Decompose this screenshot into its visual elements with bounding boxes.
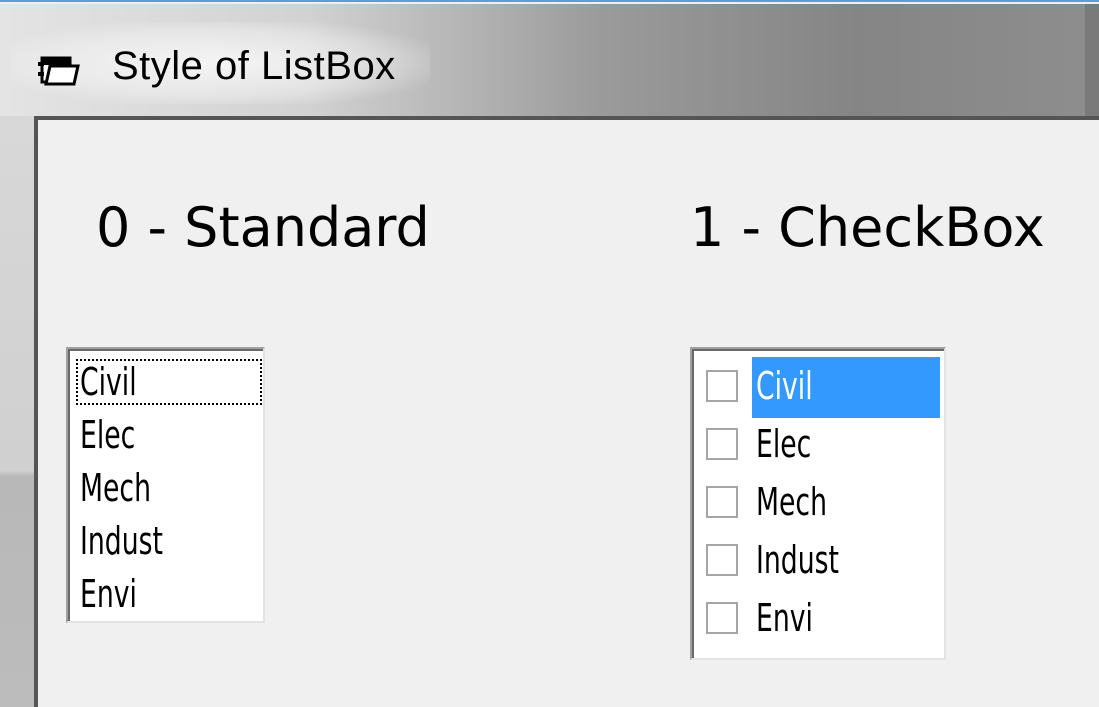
- checkbox-mech[interactable]: [706, 486, 738, 518]
- checkbox-envi[interactable]: [706, 602, 738, 634]
- window-edge: [1085, 4, 1099, 134]
- list-item-indust[interactable]: Indust: [80, 522, 163, 560]
- standard-listbox-inner: Civil Elec Mech Indust Envi: [68, 349, 263, 621]
- window-left-border: [0, 116, 34, 707]
- standard-listbox[interactable]: Civil Elec Mech Indust Envi: [66, 347, 265, 623]
- title-bar[interactable]: Style of ListBox: [0, 4, 1099, 116]
- app-window: Style of ListBox 0 - Standard 1 - CheckB…: [0, 0, 1099, 707]
- list-item-envi[interactable]: Envi: [80, 575, 137, 613]
- window-title: Style of ListBox: [112, 44, 396, 88]
- heading-standard: 0 - Standard: [96, 196, 430, 259]
- checkbox-listbox-inner: Civil Elec Mech Indust Envi: [692, 349, 944, 658]
- heading-checkbox: 1 - CheckBox: [690, 196, 1045, 259]
- window-app-icon[interactable]: [38, 52, 82, 88]
- checkbox-indust[interactable]: [706, 544, 738, 576]
- list-item-elec[interactable]: Elec: [80, 416, 135, 454]
- list-item-envi[interactable]: Envi: [756, 599, 813, 637]
- list-item-mech[interactable]: Mech: [80, 469, 151, 507]
- checkbox-elec[interactable]: [706, 428, 738, 460]
- checkbox-civil[interactable]: [706, 370, 738, 402]
- checkbox-listbox[interactable]: Civil Elec Mech Indust Envi: [690, 347, 946, 660]
- list-item-civil[interactable]: Civil: [80, 363, 137, 401]
- list-item-indust[interactable]: Indust: [756, 541, 839, 579]
- list-item-elec[interactable]: Elec: [756, 425, 811, 463]
- list-item-mech[interactable]: Mech: [756, 483, 827, 521]
- list-item-civil[interactable]: Civil: [756, 367, 813, 405]
